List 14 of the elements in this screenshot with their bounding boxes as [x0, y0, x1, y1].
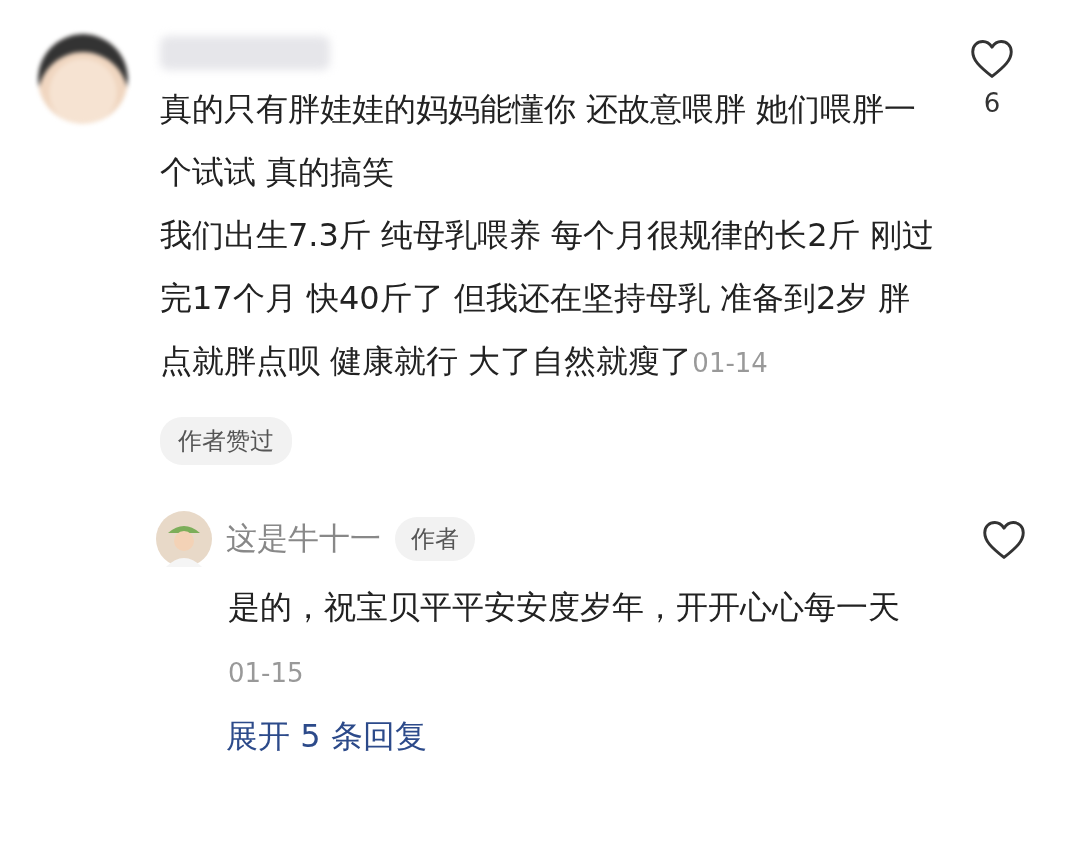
comment-text: 真的只有胖娃娃的妈妈能懂你 还故意喂胖 她们喂胖一个试试 真的搞笑 — [160, 89, 918, 193]
author-badge: 作者 — [395, 517, 475, 561]
comment-date: 01-14 — [692, 348, 768, 378]
reply-avatar[interactable] — [156, 511, 212, 567]
author-liked-tag: 作者赞过 — [160, 417, 292, 465]
reply-date: 01-15 — [228, 658, 304, 688]
heart-icon[interactable] — [982, 519, 1026, 561]
comment-text: 我们出生7.3斤 纯母乳喂养 每个月很规律的长2斤 刚过完17个月 快40斤了 但我还在坚持母乳 准备到2岁 胖点就胖点呗 健康就行 大了自然就瘦了 01-14 — [160, 215, 935, 382]
reply-text: 是的，祝宝贝平平安安度岁年，开开心心每一天 01-15 — [228, 587, 901, 690]
avatar[interactable] — [38, 34, 128, 124]
reply-username[interactable]: 这是牛十一 — [226, 518, 381, 560]
expand-replies-link[interactable]: 展开 5 条回复 — [226, 715, 427, 759]
heart-icon[interactable] — [970, 38, 1014, 80]
like-count: 6 — [983, 88, 1001, 118]
